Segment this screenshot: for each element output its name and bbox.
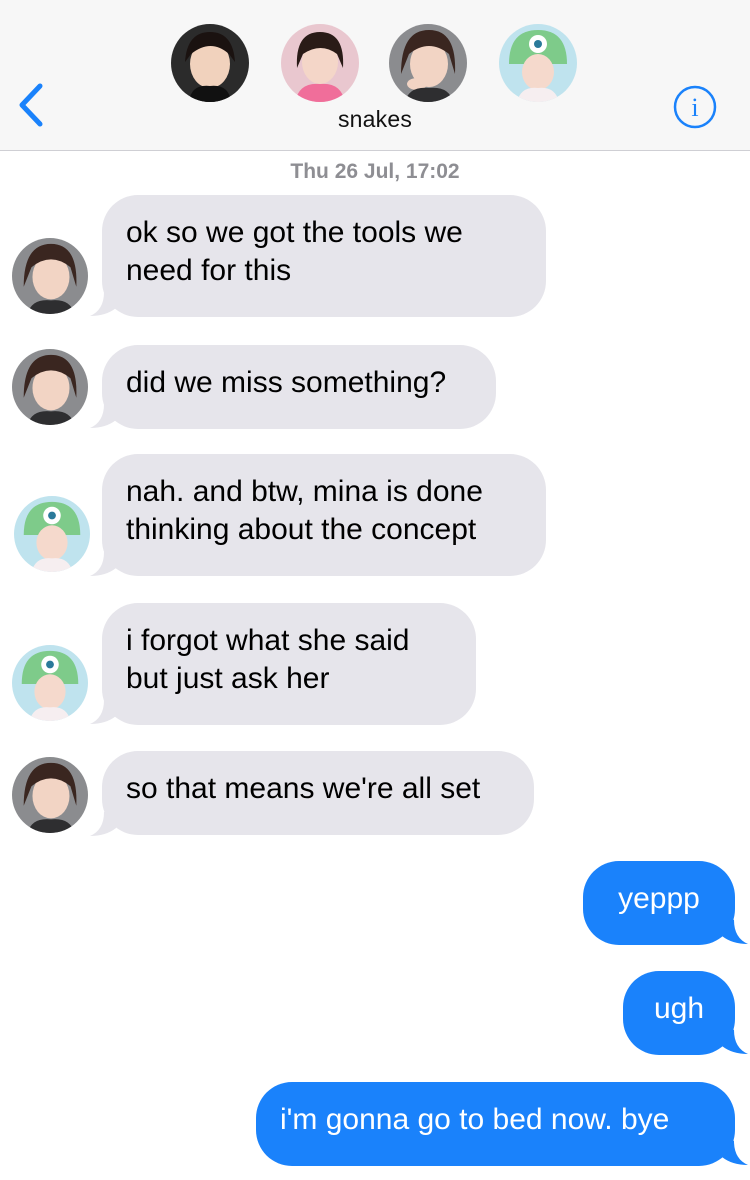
message-bubble[interactable]: ugh: [623, 971, 735, 1055]
avatar[interactable]: [389, 24, 467, 102]
message-bubble[interactable]: i forgot what she said but just ask her: [102, 603, 476, 725]
sender-avatar[interactable]: [12, 349, 88, 425]
avatar[interactable]: [171, 24, 249, 102]
svg-text:i: i: [691, 93, 698, 122]
sender-avatar[interactable]: [12, 645, 88, 721]
message-bubble[interactable]: ok so we got the tools we need for this: [102, 195, 546, 317]
participant-avatars[interactable]: [0, 24, 750, 106]
avatar[interactable]: [281, 24, 359, 102]
info-icon[interactable]: i: [672, 84, 718, 130]
conversation-header: snakes i: [0, 0, 750, 151]
sender-avatar[interactable]: [14, 496, 90, 572]
group-name[interactable]: snakes: [0, 106, 750, 133]
message-bubble[interactable]: yeppp: [583, 861, 735, 945]
message-bubble[interactable]: so that means we're all set: [102, 751, 534, 835]
sender-avatar[interactable]: [12, 757, 88, 833]
sender-avatar[interactable]: [12, 238, 88, 314]
message-bubble[interactable]: nah. and btw, mina is done thinking abou…: [102, 454, 546, 576]
message-bubble[interactable]: did we miss something?: [102, 345, 496, 429]
message-bubble[interactable]: i'm gonna go to bed now. bye: [256, 1082, 735, 1166]
message-timestamp: Thu 26 Jul, 17:02: [290, 160, 460, 183]
avatar[interactable]: [499, 24, 577, 102]
